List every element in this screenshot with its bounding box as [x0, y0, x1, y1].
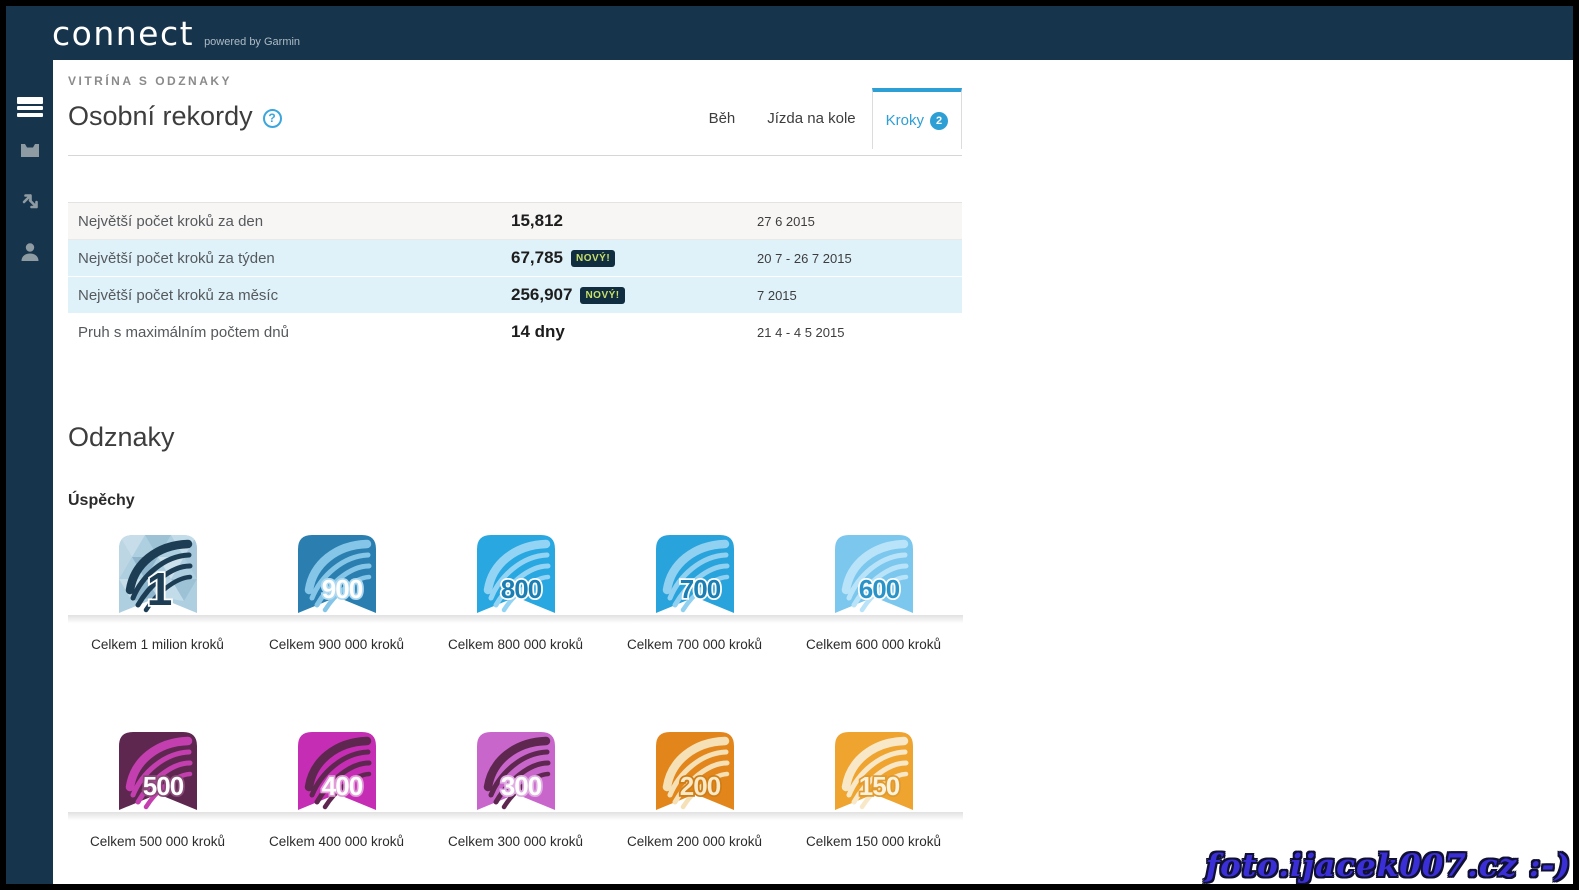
- record-value: 15,812: [511, 211, 563, 231]
- badge-shelf-shadow: [605, 615, 784, 625]
- record-date: 27 6 2015: [757, 214, 962, 229]
- logo-tagline: powered by Garmin: [204, 36, 300, 48]
- tab-run-label: Běh: [709, 110, 736, 127]
- badge-shelf-shadow: [605, 812, 784, 822]
- svg-text:300: 300: [500, 771, 541, 801]
- tab-steps-count-badge: 2: [930, 112, 948, 130]
- app-header: connect powered by Garmin: [6, 6, 1573, 60]
- tab-steps[interactable]: Kroky 2: [872, 88, 962, 149]
- sidebar: [6, 60, 53, 884]
- badge-label: Celkem 1 milion kroků: [91, 637, 224, 652]
- svg-text:200: 200: [679, 771, 720, 801]
- badge-shelf-shadow: [426, 812, 605, 822]
- inbox-icon[interactable]: [6, 125, 53, 175]
- svg-text:1: 1: [146, 563, 171, 613]
- profile-icon[interactable]: [6, 227, 53, 277]
- badge-label: Celkem 500 000 kroků: [90, 834, 225, 849]
- svg-text:700: 700: [679, 574, 720, 604]
- table-row: Největší počet kroků za týden 67,785 NOV…: [68, 240, 962, 277]
- badge-label: Celkem 400 000 kroků: [269, 834, 404, 849]
- badge: 700 Celkem 700 000 kroků: [605, 535, 784, 652]
- record-label: Největší počet kroků za měsíc: [78, 287, 511, 304]
- svg-text:150: 150: [858, 771, 899, 801]
- record-date: 20 7 - 26 7 2015: [757, 251, 962, 266]
- tab-bar: Běh Jízda na kole Kroky 2: [693, 88, 962, 149]
- title-divider: [68, 155, 962, 156]
- badge-ribbon-wing-icon: 200: [656, 732, 734, 810]
- record-value: 67,785: [511, 248, 563, 268]
- svg-text:500: 500: [142, 771, 183, 801]
- badge-ribbon-wing-icon: 800: [477, 535, 555, 613]
- badges-subheading: Úspěchy: [68, 492, 135, 510]
- record-value: 256,907: [511, 285, 572, 305]
- table-row: Pruh s maximálním počtem dnů 14 dny 21 4…: [68, 314, 962, 351]
- badge-ribbon-wing-icon: 1: [119, 535, 197, 613]
- tab-run[interactable]: Běh: [693, 88, 752, 149]
- badge: 900 Celkem 900 000 kroků: [247, 535, 426, 652]
- screenshot-frame: connect powered by Garmin VITRÍNA S: [0, 0, 1579, 890]
- badge: 1 Celkem 1 milion kroků: [68, 535, 247, 652]
- badge-shelf-shadow: [247, 812, 426, 822]
- badge-grid: 1 Celkem 1 milion kroků 900 Celkem 900 000 …: [68, 535, 963, 849]
- badge-label: Celkem 700 000 kroků: [627, 637, 762, 652]
- record-label: Největší počet kroků za den: [78, 213, 511, 230]
- record-date: 21 4 - 4 5 2015: [757, 325, 962, 340]
- new-badge: NOVÝ!: [571, 250, 615, 267]
- badge-ribbon-wing-icon: 600: [835, 535, 913, 613]
- svg-text:800: 800: [500, 574, 541, 604]
- badge-shelf-shadow: [426, 615, 605, 625]
- new-badge: NOVÝ!: [580, 287, 624, 304]
- record-label: Pruh s maximálním počtem dnů: [78, 324, 511, 341]
- table-row: Největší počet kroků za měsíc 256,907 NO…: [68, 277, 962, 314]
- badge-label: Celkem 300 000 kroků: [448, 834, 583, 849]
- badge-label: Celkem 900 000 kroků: [269, 637, 404, 652]
- transfer-arrows-icon[interactable]: [6, 176, 53, 226]
- help-icon[interactable]: ?: [263, 109, 282, 128]
- badge-ribbon-wing-icon: 300: [477, 732, 555, 810]
- badges-heading: Odznaky: [68, 422, 175, 453]
- menu-icon[interactable]: [6, 74, 53, 124]
- badge-label: Celkem 600 000 kroků: [806, 637, 941, 652]
- tab-cycling-label: Jízda na kole: [767, 110, 855, 127]
- badge-label: Celkem 800 000 kroků: [448, 637, 583, 652]
- badge: 150 Celkem 150 000 kroků: [784, 732, 963, 849]
- badge: 300 Celkem 300 000 kroků: [426, 732, 605, 849]
- badge-shelf-shadow: [784, 812, 963, 822]
- badge-shelf-shadow: [68, 615, 247, 625]
- watermark: foto.ijacek007.cz :-): [1206, 848, 1571, 884]
- logo-text: connect: [52, 14, 194, 53]
- record-label: Největší počet kroků za týden: [78, 250, 511, 267]
- badge-ribbon-wing-icon: 900: [298, 535, 376, 613]
- svg-text:600: 600: [858, 574, 899, 604]
- badge: 200 Celkem 200 000 kroků: [605, 732, 784, 849]
- table-row: Největší počet kroků za den 15,812 27 6 …: [68, 203, 962, 240]
- tab-steps-label: Kroky: [886, 112, 924, 129]
- breadcrumb: VITRÍNA S ODZNAKY: [68, 74, 232, 88]
- badge-shelf-shadow: [784, 615, 963, 625]
- badge-shelf-shadow: [247, 615, 426, 625]
- badge: 400 Celkem 400 000 kroků: [247, 732, 426, 849]
- badge-label: Celkem 200 000 kroků: [627, 834, 762, 849]
- badge-ribbon-wing-icon: 700: [656, 535, 734, 613]
- badge: 800 Celkem 800 000 kroků: [426, 535, 605, 652]
- badge-ribbon-wing-icon: 400: [298, 732, 376, 810]
- tab-cycling[interactable]: Jízda na kole: [751, 88, 871, 149]
- svg-text:900: 900: [321, 574, 362, 604]
- page-title: Osobní rekordy: [68, 101, 253, 132]
- badge-ribbon-wing-icon: 150: [835, 732, 913, 810]
- svg-text:400: 400: [321, 771, 362, 801]
- record-value: 14 dny: [511, 322, 565, 342]
- badge: 600 Celkem 600 000 kroků: [784, 535, 963, 652]
- badge-shelf-shadow: [68, 812, 247, 822]
- records-table: Největší počet kroků za den 15,812 27 6 …: [68, 202, 962, 351]
- record-date: 7 2015: [757, 288, 962, 303]
- badge: 500 Celkem 500 000 kroků: [68, 732, 247, 849]
- garmin-connect-logo[interactable]: connect powered by Garmin: [52, 14, 300, 53]
- badge-label: Celkem 150 000 kroků: [806, 834, 941, 849]
- badge-ribbon-wing-icon: 500: [119, 732, 197, 810]
